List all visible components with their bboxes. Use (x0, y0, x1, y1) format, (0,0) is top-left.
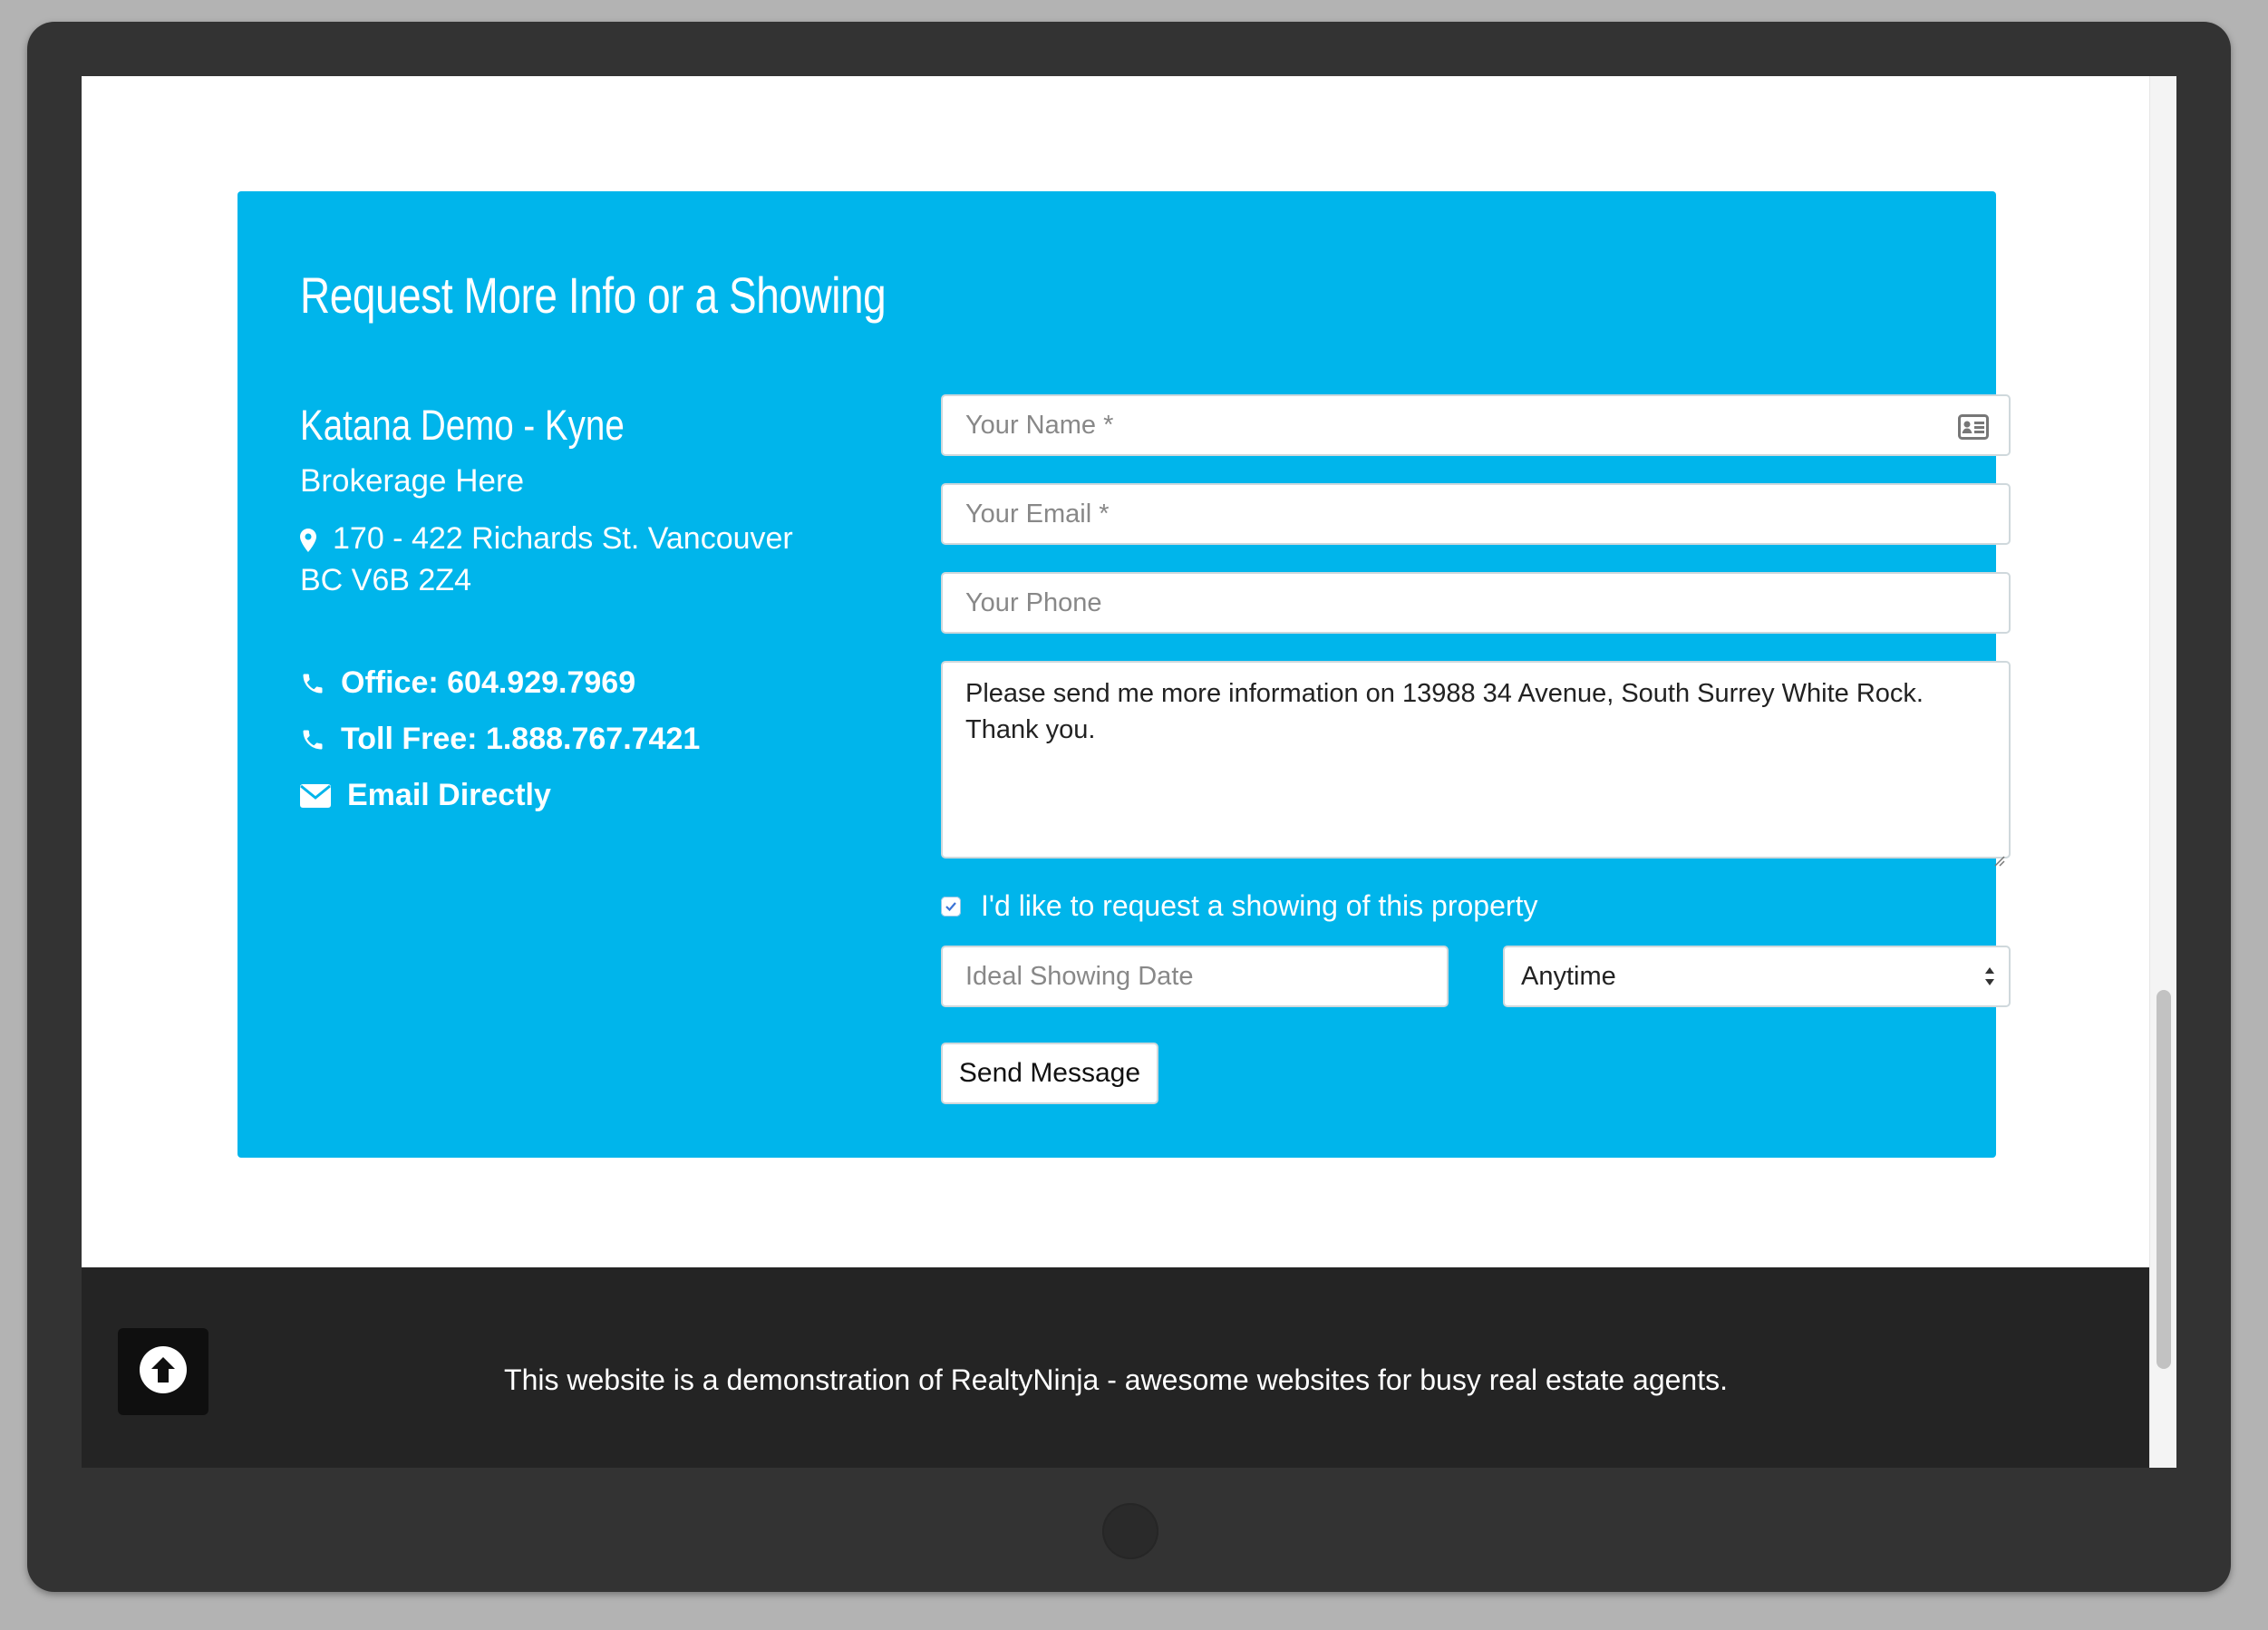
send-message-button[interactable]: Send Message (941, 1043, 1158, 1104)
name-input[interactable]: Your Name * (941, 394, 2011, 456)
select-arrows-icon (1983, 964, 1996, 989)
showing-time-select[interactable]: Anytime (1503, 946, 2011, 1007)
footer-text: This website is a demonstration of Realt… (504, 1363, 1728, 1396)
email-directly-link[interactable]: Email Directly (300, 778, 551, 813)
phone-input[interactable]: Your Phone (941, 572, 2011, 634)
device-frame: Request More Info or a Showing Katana De… (27, 22, 2231, 1592)
map-marker-icon (300, 523, 333, 561)
back-to-top-button[interactable] (118, 1328, 208, 1415)
browser-viewport: Request More Info or a Showing Katana De… (82, 76, 2176, 1468)
office-phone-link[interactable]: Office: 604.929.7969 (300, 665, 635, 701)
phone-icon (300, 727, 341, 752)
phone-placeholder: Your Phone (965, 587, 1102, 617)
device-home-button (1102, 1503, 1158, 1559)
message-textarea[interactable]: Please send me more information on 13988… (941, 661, 2011, 867)
agent-address: 170 - 422 Richards St. Vancouver BC V6B … (300, 519, 808, 599)
arrow-up-circle-icon (139, 1345, 188, 1399)
showing-request-label: I'd like to request a showing of this pr… (981, 889, 1538, 922)
phone-icon (300, 671, 341, 696)
email-directly-text: Email Directly (347, 778, 551, 812)
message-text: Please send me more information on 13988… (965, 679, 1924, 744)
showing-date-placeholder: Ideal Showing Date (965, 961, 1194, 991)
request-info-panel: Request More Info or a Showing Katana De… (237, 191, 2011, 1158)
envelope-icon (300, 783, 347, 808)
showing-date-input[interactable]: Ideal Showing Date (941, 946, 1449, 1007)
panel-title: Request More Info or a Showing (300, 267, 887, 324)
scrollbar-thumb[interactable] (2157, 990, 2171, 1369)
toll-free-phone-link[interactable]: Toll Free: 1.888.767.7421 (300, 722, 700, 757)
office-phone-text: Office: 604.929.7969 (341, 665, 636, 700)
contact-card-icon (1958, 414, 1989, 447)
checkmark-icon (945, 901, 956, 911)
toll-free-phone-text: Toll Free: 1.888.767.7421 (341, 722, 701, 756)
showing-request-checkbox-row[interactable]: I'd like to request a showing of this pr… (941, 889, 1537, 923)
email-input[interactable]: Your Email * (941, 483, 2011, 545)
resize-handle-icon[interactable] (1992, 840, 2005, 867)
address-line-1: 170 - 422 Richards St. Vancouver (333, 521, 793, 556)
email-placeholder: Your Email * (965, 499, 1110, 529)
site-footer: This website is a demonstration of Realt… (82, 1267, 2150, 1468)
showing-time-value: Anytime (1521, 961, 1616, 991)
agent-name: Katana Demo - Kyne (300, 401, 625, 449)
showing-request-checkbox[interactable] (941, 896, 961, 917)
address-line-2: BC V6B 2Z4 (300, 563, 471, 597)
page-scrollbar[interactable] (2149, 76, 2176, 1468)
name-placeholder: Your Name * (965, 410, 1114, 440)
brokerage-name: Brokerage Here (300, 463, 525, 499)
